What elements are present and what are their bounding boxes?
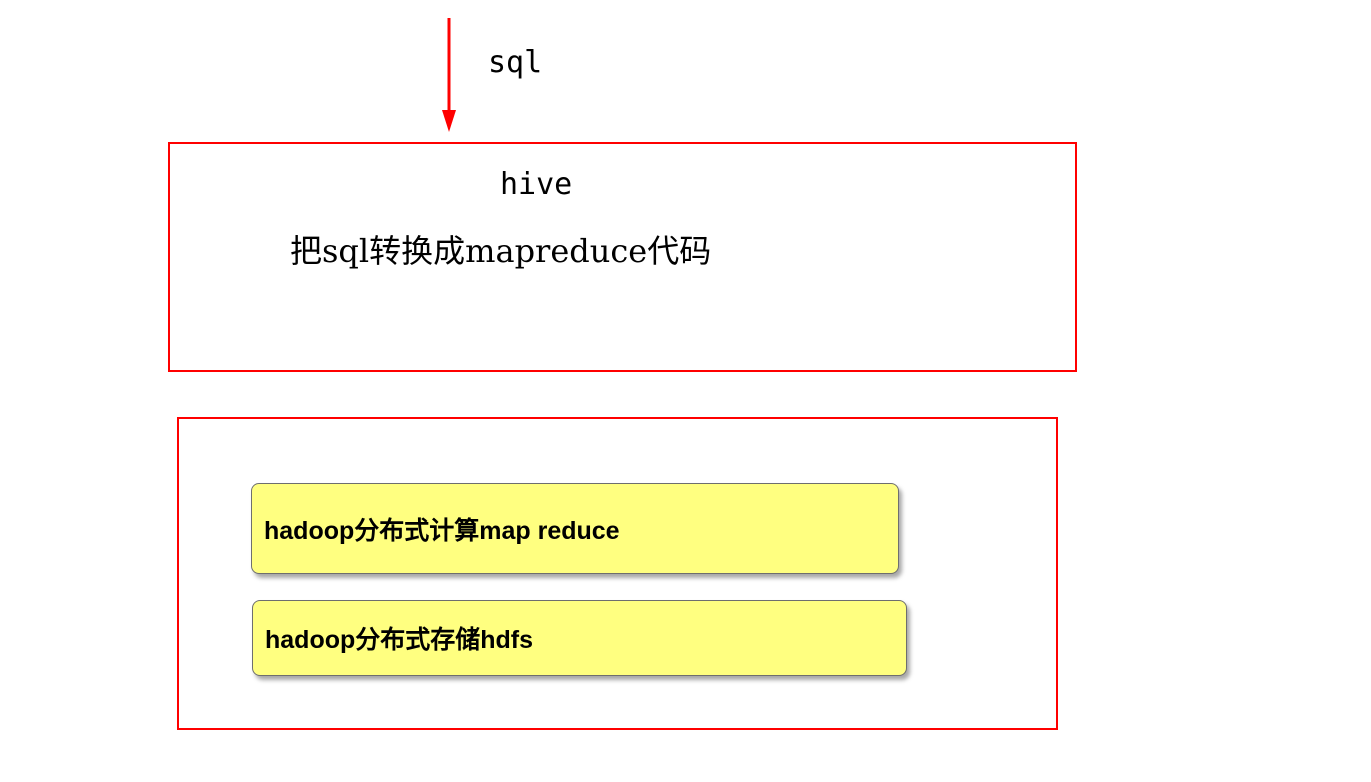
hadoop-box: hadoop分布式计算map reduce hadoop分布式存储hdfs [177,417,1058,730]
hive-box: hive 把sql转换成mapreduce代码 [168,142,1077,372]
hive-description: 把sql转换成mapreduce代码 [290,232,712,270]
sql-label: sql [488,45,543,80]
mapreduce-card: hadoop分布式计算map reduce [251,483,899,574]
hdfs-card: hadoop分布式存储hdfs [252,600,907,676]
hdfs-label: hadoop分布式存储hdfs [265,626,534,654]
mapreduce-label: hadoop分布式计算map reduce [264,516,620,545]
hive-title: hive [500,167,573,202]
down-arrow-icon [442,18,456,132]
